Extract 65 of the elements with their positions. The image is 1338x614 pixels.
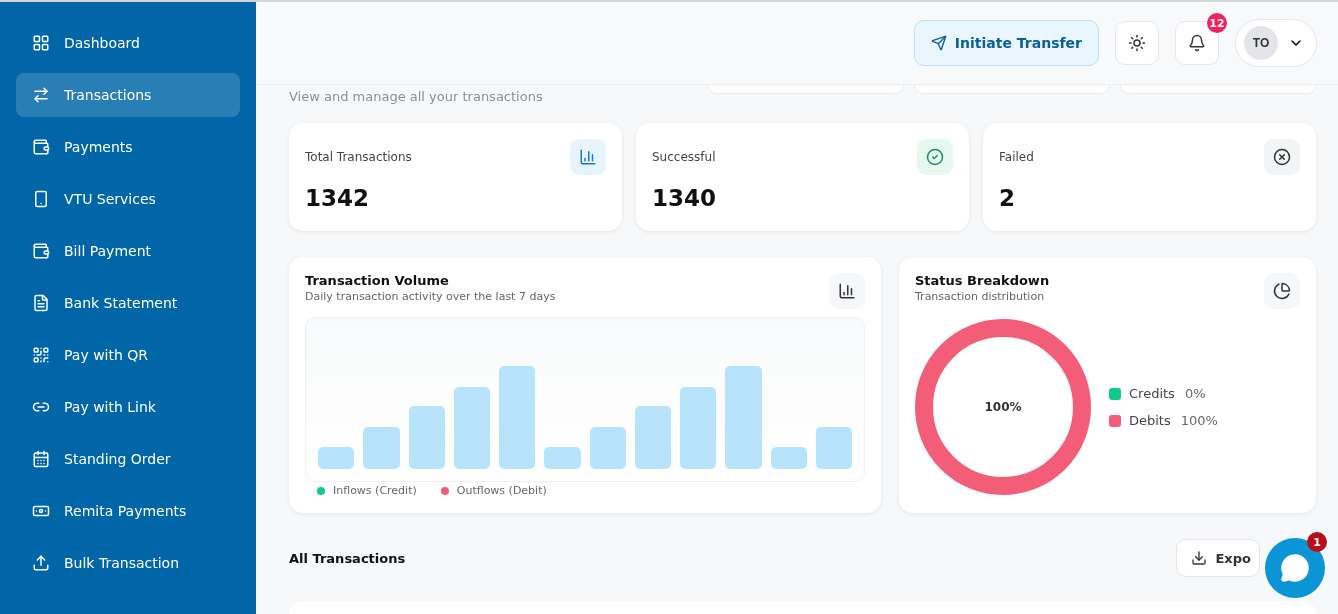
avatar: TO: [1244, 26, 1278, 60]
stat-value: 2: [999, 185, 1016, 211]
chart-bar: [318, 447, 355, 469]
notification-badge: 12: [1207, 13, 1227, 33]
chart-bar: [634, 406, 671, 469]
card-subtitle: Daily transaction activity over the last 7 days: [305, 290, 556, 303]
sidebar-item[interactable]: Bill Payment: [16, 229, 240, 273]
export-button[interactable]: Expo: [1176, 539, 1260, 577]
sidebar-item[interactable]: Dashboard: [16, 21, 240, 65]
sidebar-item[interactable]: Payments: [16, 125, 240, 169]
section-title: All Transactions: [289, 550, 406, 566]
legend-item: Debits 100%: [1109, 413, 1218, 428]
sun-icon: [1128, 34, 1146, 52]
profile-menu-button[interactable]: TO: [1235, 19, 1317, 67]
chart-bar: [815, 427, 852, 469]
bar-chart-icon: [838, 282, 856, 300]
calendar-icon: [32, 450, 50, 468]
sidebar-item[interactable]: Bank Statement: [16, 281, 240, 325]
check-circle-icon: [926, 148, 944, 166]
document-icon: [32, 294, 50, 312]
legend-item: Inflows (Credit): [317, 484, 417, 497]
stat-label: Total Transactions: [305, 150, 412, 164]
stat-value: 1340: [652, 185, 717, 211]
chat-button[interactable]: [1265, 538, 1325, 598]
chart-bar: [408, 406, 445, 469]
pie-chart-icon: [1273, 282, 1291, 300]
arrows-icon: [32, 86, 50, 104]
download-icon: [1191, 550, 1208, 566]
sidebar-item[interactable]: Remita Payments: [16, 489, 240, 533]
wallet-icon: [32, 138, 50, 156]
stat-label: Successful: [652, 150, 716, 164]
sidebar-item[interactable]: Pay with Link: [16, 385, 240, 429]
sidebar-item[interactable]: Transactions: [16, 73, 240, 117]
card-subtitle: Transaction distribution: [915, 290, 1046, 303]
upload-icon: [32, 554, 50, 572]
qr-code-icon: [32, 346, 50, 364]
legend-item: Credits 0%: [1109, 386, 1218, 401]
chart-bar: [363, 427, 400, 469]
theme-toggle-button[interactable]: [1115, 21, 1159, 65]
initiate-transfer-button[interactable]: Initiate Transfer: [913, 20, 1099, 66]
stat-label: Failed: [999, 150, 1034, 164]
pie-chart-button[interactable]: [1264, 273, 1300, 309]
close-circle-icon: [1273, 148, 1291, 166]
phone-icon: [32, 190, 50, 208]
chart-bar: [770, 447, 807, 469]
wallet-icon: [32, 242, 50, 260]
sidebar-item[interactable]: VTU Services: [16, 177, 240, 221]
chart-bar: [589, 427, 626, 469]
bell-icon: [1188, 34, 1206, 52]
bar-chart-icon: [579, 148, 597, 166]
chart-toggle-button[interactable]: [829, 273, 865, 309]
legend-item: Outflows (Debit): [440, 484, 547, 497]
donut-center-label: 100%: [984, 400, 1022, 414]
sidebar-item[interactable]: Standing Order: [16, 437, 240, 481]
chart-bar: [544, 447, 581, 469]
chat-badge: 1: [1307, 532, 1327, 552]
card-title: Status Breakdown: [915, 273, 1050, 288]
send-icon: [930, 35, 947, 51]
sidebar-item[interactable]: Pay with QR: [16, 333, 240, 377]
stat-value: 1342: [305, 185, 370, 211]
chat-bubble-icon: [1280, 553, 1310, 583]
sidebar-item[interactable]: Bulk Transaction: [16, 541, 240, 585]
page-subtitle: View and manage all your transactions: [289, 88, 543, 104]
card-title: Transaction Volume: [305, 273, 450, 288]
grid-icon: [32, 34, 50, 52]
